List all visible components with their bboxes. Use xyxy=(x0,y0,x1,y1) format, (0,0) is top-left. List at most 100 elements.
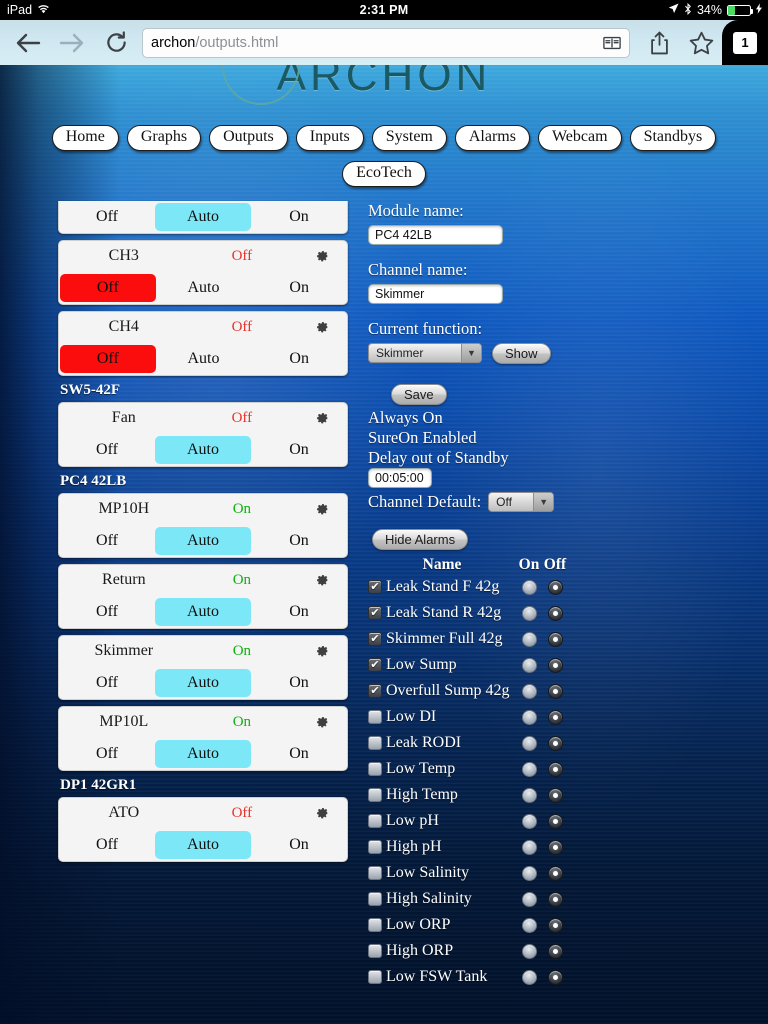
nav-item-webcam[interactable]: Webcam xyxy=(537,125,622,151)
alarm-enable-checkbox[interactable] xyxy=(368,606,382,621)
nav-item-home[interactable]: Home xyxy=(51,125,119,151)
alarm-enable-checkbox[interactable] xyxy=(368,710,382,725)
mode-auto-button[interactable]: Auto xyxy=(156,343,252,375)
reader-view-icon[interactable] xyxy=(603,36,621,50)
bookmark-star-icon[interactable] xyxy=(680,21,722,65)
mode-auto-button[interactable]: Auto xyxy=(155,202,251,231)
alarm-on-radio[interactable] xyxy=(521,709,537,725)
module-name-input[interactable]: PC4 42LB xyxy=(368,224,503,245)
nav-item-alarms[interactable]: Alarms xyxy=(454,125,530,151)
gear-icon[interactable] xyxy=(295,501,347,518)
delay-out-of-standby-input[interactable]: 00:05:00 xyxy=(368,467,432,488)
tab-count-button[interactable]: 1 xyxy=(722,20,768,65)
alarm-enable-checkbox[interactable] xyxy=(368,892,382,907)
mode-on-button[interactable]: On xyxy=(251,596,347,628)
alarm-on-radio[interactable] xyxy=(521,631,537,647)
alarm-on-radio[interactable] xyxy=(521,891,537,907)
alarm-enable-checkbox[interactable] xyxy=(368,658,382,673)
gear-icon[interactable] xyxy=(295,805,347,822)
mode-off-button[interactable]: Off xyxy=(59,434,155,466)
mode-on-button[interactable]: On xyxy=(251,525,347,557)
gear-icon[interactable] xyxy=(295,319,347,336)
alarm-off-radio[interactable] xyxy=(547,787,563,803)
alarm-enable-checkbox[interactable] xyxy=(368,788,382,803)
mode-off-button[interactable]: Off xyxy=(60,273,156,302)
alarm-off-radio[interactable] xyxy=(547,605,563,621)
alarm-enable-checkbox[interactable] xyxy=(368,762,382,777)
current-function-select[interactable]: Skimmer ▼ xyxy=(368,343,482,364)
mode-on-button[interactable]: On xyxy=(251,272,347,304)
alarm-enable-checkbox[interactable] xyxy=(368,840,382,855)
mode-auto-button[interactable]: Auto xyxy=(155,526,251,555)
mode-auto-button[interactable]: Auto xyxy=(156,272,252,304)
alarm-on-radio[interactable] xyxy=(521,865,537,881)
mode-on-button[interactable]: On xyxy=(251,201,347,233)
alarm-off-radio[interactable] xyxy=(547,813,563,829)
forward-arrow-icon[interactable] xyxy=(50,21,94,65)
mode-off-button[interactable]: Off xyxy=(59,738,155,770)
alarm-on-radio[interactable] xyxy=(521,813,537,829)
gear-icon[interactable] xyxy=(295,714,347,731)
alarm-enable-checkbox[interactable] xyxy=(368,944,382,959)
mode-off-button[interactable]: Off xyxy=(59,667,155,699)
mode-off-button[interactable]: Off xyxy=(60,344,156,373)
alarm-off-radio[interactable] xyxy=(547,969,563,985)
alarm-off-radio[interactable] xyxy=(547,917,563,933)
alarm-off-radio[interactable] xyxy=(547,891,563,907)
mode-auto-button[interactable]: Auto xyxy=(155,597,251,626)
mode-on-button[interactable]: On xyxy=(251,434,347,466)
alarm-enable-checkbox[interactable] xyxy=(368,814,382,829)
alarm-on-radio[interactable] xyxy=(521,787,537,803)
alarm-on-radio[interactable] xyxy=(521,943,537,959)
mode-auto-button[interactable]: Auto xyxy=(155,739,251,768)
alarm-enable-checkbox[interactable] xyxy=(368,632,382,647)
alarm-on-radio[interactable] xyxy=(521,839,537,855)
alarm-enable-checkbox[interactable] xyxy=(368,918,382,933)
alarm-off-radio[interactable] xyxy=(547,631,563,647)
nav-item-inputs[interactable]: Inputs xyxy=(295,125,364,151)
gear-icon[interactable] xyxy=(295,643,347,660)
mode-off-button[interactable]: Off xyxy=(59,596,155,628)
alarm-off-radio[interactable] xyxy=(547,839,563,855)
alarm-on-radio[interactable] xyxy=(521,657,537,673)
alarm-off-radio[interactable] xyxy=(547,657,563,673)
alarm-on-radio[interactable] xyxy=(521,579,537,595)
mode-on-button[interactable]: On xyxy=(251,829,347,861)
back-arrow-icon[interactable] xyxy=(6,21,50,65)
url-input[interactable]: archon/outputs.html xyxy=(142,27,630,58)
alarm-enable-checkbox[interactable] xyxy=(368,736,382,751)
alarm-on-radio[interactable] xyxy=(521,761,537,777)
alarm-enable-checkbox[interactable] xyxy=(368,970,382,985)
mode-on-button[interactable]: On xyxy=(251,738,347,770)
mode-on-button[interactable]: On xyxy=(251,343,347,375)
gear-icon[interactable] xyxy=(295,572,347,589)
alarm-on-radio[interactable] xyxy=(521,683,537,699)
mode-on-button[interactable]: On xyxy=(251,667,347,699)
mode-auto-button[interactable]: Auto xyxy=(155,435,251,464)
channel-default-select[interactable]: Off ▼ xyxy=(488,492,555,513)
alarm-off-radio[interactable] xyxy=(547,735,563,751)
alarm-on-radio[interactable] xyxy=(521,605,537,621)
gear-icon[interactable] xyxy=(295,410,347,427)
mode-off-button[interactable]: Off xyxy=(59,829,155,861)
gear-icon[interactable] xyxy=(295,248,347,265)
alarm-on-radio[interactable] xyxy=(521,735,537,751)
alarm-off-radio[interactable] xyxy=(547,683,563,699)
alarm-enable-checkbox[interactable] xyxy=(368,684,382,699)
mode-auto-button[interactable]: Auto xyxy=(155,668,251,697)
save-button[interactable]: Save xyxy=(391,383,447,405)
alarm-off-radio[interactable] xyxy=(547,865,563,881)
mode-off-button[interactable]: Off xyxy=(59,201,155,233)
nav-item-outputs[interactable]: Outputs xyxy=(209,125,288,151)
reload-icon[interactable] xyxy=(94,21,138,65)
nav-item-graphs[interactable]: Graphs xyxy=(126,125,202,151)
show-button[interactable]: Show xyxy=(492,342,551,364)
mode-auto-button[interactable]: Auto xyxy=(155,830,251,859)
nav-item-system[interactable]: System xyxy=(371,125,447,151)
alarm-on-radio[interactable] xyxy=(521,969,537,985)
hide-alarms-button[interactable]: Hide Alarms xyxy=(372,529,469,551)
alarm-off-radio[interactable] xyxy=(547,943,563,959)
alarm-off-radio[interactable] xyxy=(547,709,563,725)
alarm-off-radio[interactable] xyxy=(547,761,563,777)
nav-item-ecotech[interactable]: EcoTech xyxy=(342,160,426,187)
